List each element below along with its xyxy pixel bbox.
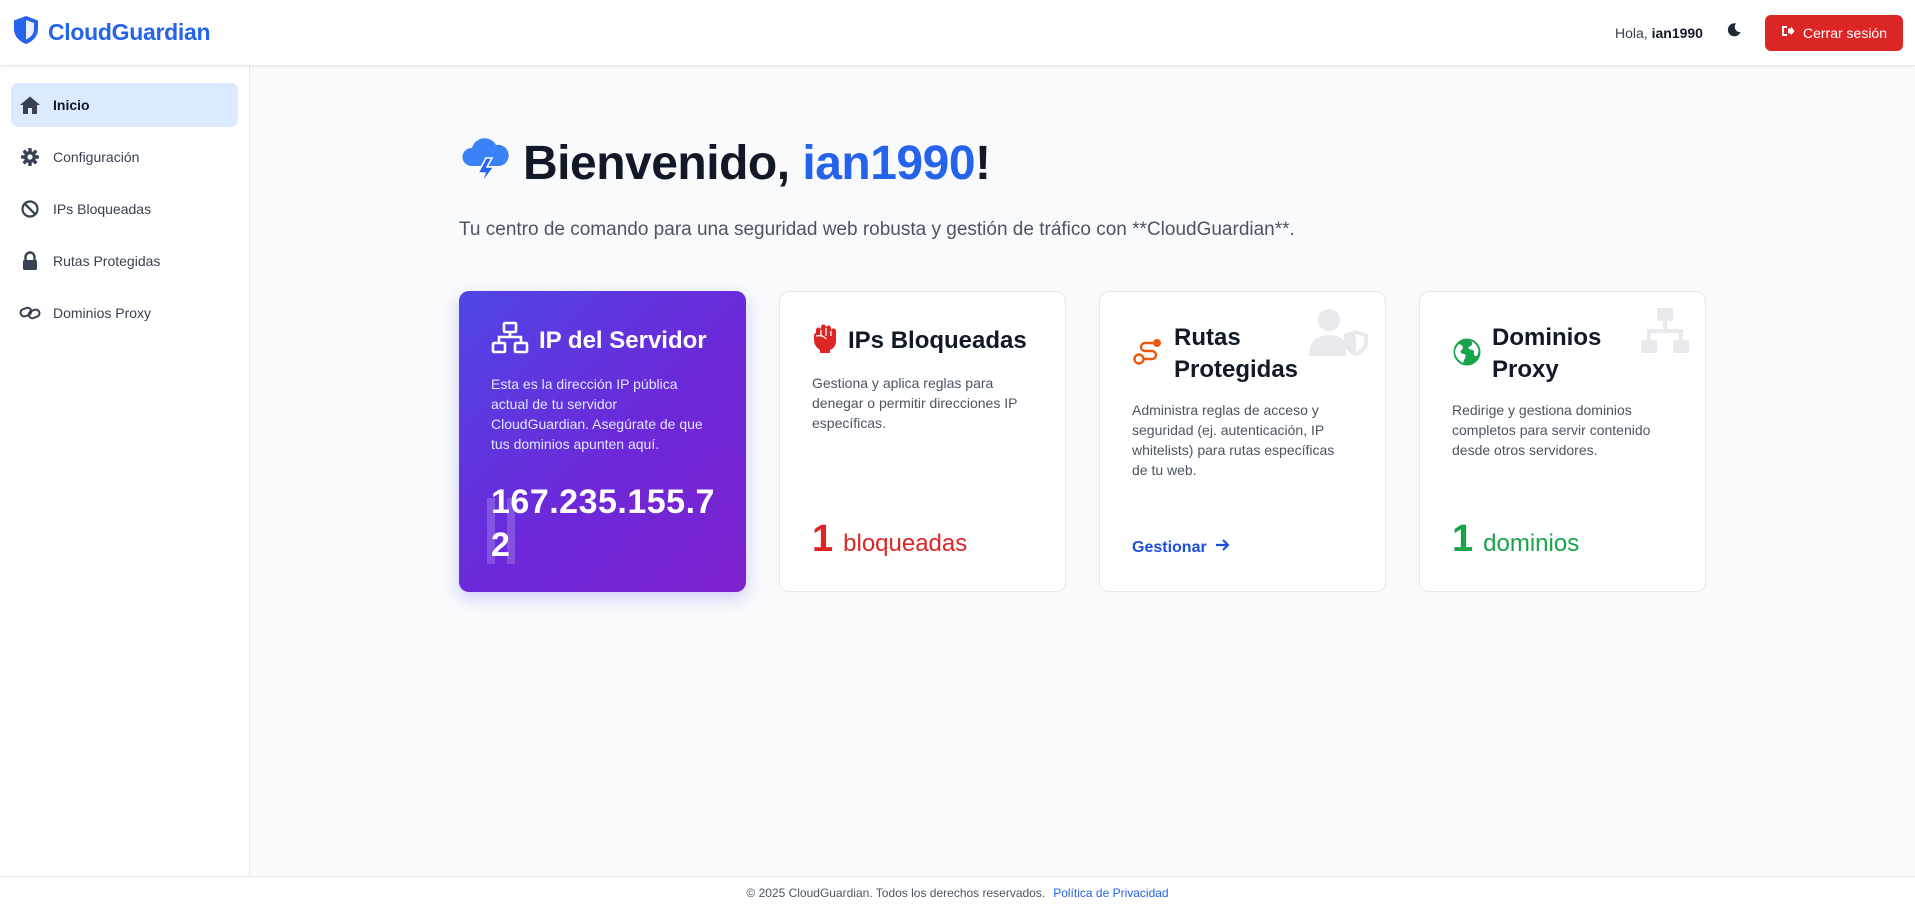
link-icon: [19, 302, 41, 324]
sidebar-item-rutas-protegidas[interactable]: Rutas Protegidas: [11, 239, 238, 283]
manage-routes-link[interactable]: Gestionar: [1132, 538, 1231, 557]
welcome-prefix: Bienvenido,: [523, 137, 803, 190]
page-subtitle: Tu centro de comando para una seguridad …: [459, 219, 1295, 240]
raised-fist-icon: [812, 322, 838, 359]
protected-routes-card: Rutas Protegidas Administra reglas de ac…: [1099, 291, 1386, 592]
card-title: Rutas Protegidas: [1174, 324, 1299, 383]
sidebar-item-configuracion[interactable]: Configuración: [11, 135, 238, 179]
sidebar-item-inicio[interactable]: Inicio: [11, 83, 238, 127]
domains-count-label: dominios: [1483, 530, 1580, 557]
sign-out-icon: [1781, 24, 1795, 41]
brand[interactable]: CloudGuardian: [12, 15, 211, 50]
cloud-bolt-icon: [459, 136, 511, 191]
blocked-count: 1: [812, 518, 834, 560]
top-header: CloudGuardian Hola, ian1990 Cerrar sesió…: [0, 0, 1915, 66]
brand-name: CloudGuardian: [48, 19, 211, 45]
blocked-count-stat: 1 bloqueadas: [812, 518, 967, 561]
sitemap-icon: [1639, 306, 1691, 361]
privacy-policy-link[interactable]: Política de Privacidad: [1053, 886, 1168, 900]
server-ip-card: IP del Servidor Esta es la dirección IP …: [459, 291, 746, 592]
card-description: Administra reglas de acceso y seguridad …: [1132, 402, 1335, 478]
copyright-text: © 2025 CloudGuardian. Todos los derechos…: [746, 886, 1046, 900]
main-content: Bienvenido, ian1990! Tu centro de comand…: [250, 66, 1915, 876]
card-description: Esta es la dirección IP pública actual d…: [491, 376, 703, 452]
ban-icon: [19, 198, 41, 220]
sidebar-item-label: Inicio: [53, 97, 90, 113]
sidebar: Inicio Configuración IPs Bloqueadas Ruta…: [0, 66, 250, 876]
card-header: IP del Servidor: [491, 321, 714, 360]
card-title: IP del Servidor: [539, 326, 707, 354]
page-title: Bienvenido, ian1990!: [523, 136, 991, 191]
sidebar-item-label: Dominios Proxy: [53, 305, 152, 321]
card-header: IPs Bloqueadas: [812, 322, 1033, 359]
moon-icon: [1726, 22, 1742, 43]
network-icon: [491, 321, 529, 360]
route-icon: [1132, 336, 1164, 373]
user-shield-icon: [1307, 306, 1371, 363]
greeting-prefix: Hola,: [1615, 24, 1648, 41]
home-icon: [19, 94, 41, 116]
logout-label: Cerrar sesión: [1802, 24, 1887, 41]
manage-link-label: Gestionar: [1132, 538, 1207, 556]
arrow-right-icon: [1215, 538, 1231, 557]
card-description: Redirige y gestiona dominios completos p…: [1452, 402, 1651, 458]
sidebar-item-label: Rutas Protegidas: [53, 253, 161, 269]
lock-icon: [19, 250, 41, 272]
welcome-heading: Bienvenido, ian1990!: [459, 136, 991, 191]
sidebar-item-label: IPs Bloqueadas: [53, 201, 152, 217]
domains-count-stat: 1 dominios: [1452, 518, 1579, 561]
header-actions: Hola, ian1990 Cerrar sesión: [1615, 14, 1903, 51]
dashboard-cards: IP del Servidor Esta es la dirección IP …: [459, 291, 1706, 592]
welcome-username: ian1990: [802, 137, 976, 190]
card-title: IPs Bloqueadas: [848, 326, 1027, 354]
logout-button[interactable]: Cerrar sesión: [1764, 14, 1903, 51]
shield-icon: [12, 15, 40, 50]
domains-count: 1: [1452, 518, 1474, 560]
globe-icon: [1452, 337, 1482, 372]
theme-toggle-button[interactable]: [1721, 20, 1747, 46]
sidebar-item-dominios-proxy[interactable]: Dominios Proxy: [11, 291, 238, 335]
proxy-domains-card[interactable]: Dominios Proxy Redirige y gestiona domin…: [1419, 291, 1706, 592]
gear-icon: [19, 146, 41, 168]
blocked-count-label: bloqueadas: [843, 530, 968, 557]
blocked-ips-card[interactable]: IPs Bloqueadas Gestiona y aplica reglas …: [779, 291, 1066, 592]
card-description: Gestiona y aplica reglas para denegar o …: [812, 375, 1018, 431]
header-username: ian1990: [1651, 24, 1703, 41]
user-greeting: Hola, ian1990: [1615, 25, 1703, 41]
sidebar-item-label: Configuración: [53, 149, 140, 165]
page-footer: © 2025 CloudGuardian. Todos los derechos…: [0, 876, 1915, 909]
welcome-suffix: !: [975, 137, 991, 190]
sidebar-item-ips-bloqueadas[interactable]: IPs Bloqueadas: [11, 187, 238, 231]
server-ip-value: 167.235.155.72: [491, 483, 715, 564]
